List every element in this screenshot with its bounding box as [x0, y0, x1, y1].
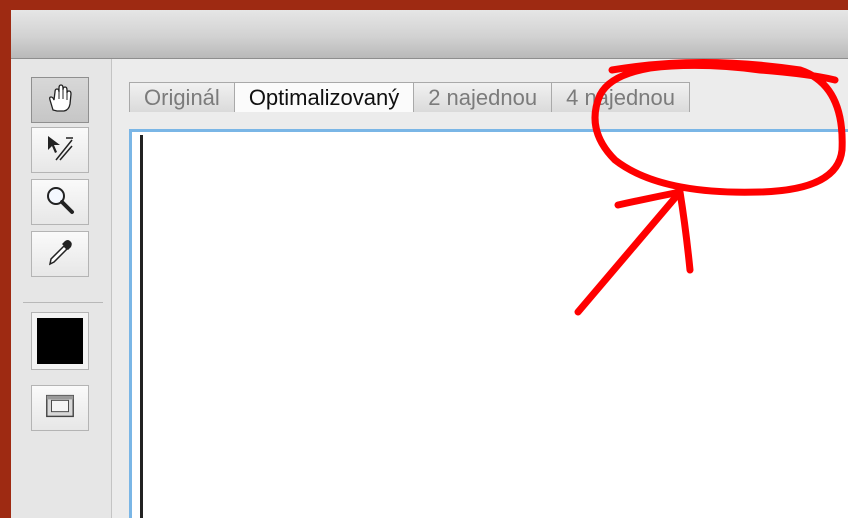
window-titlebar[interactable] — [11, 10, 848, 59]
hand-icon — [42, 80, 78, 121]
eyedropper-tool-button[interactable] — [31, 231, 89, 277]
screen-mode-icon — [43, 389, 77, 428]
canvas-edge — [140, 135, 143, 518]
hand-tool-button[interactable] — [31, 77, 89, 123]
slice-select-icon — [42, 130, 78, 171]
image-canvas[interactable] — [129, 129, 848, 518]
tab-label: Originál — [144, 85, 220, 110]
view-tabs: Originál Optimalizovaný 2 najednou 4 naj… — [129, 82, 690, 112]
tab-4-up[interactable]: 4 najednou — [551, 82, 690, 112]
color-swatch-button[interactable] — [31, 312, 89, 370]
slice-select-tool-button[interactable] — [31, 127, 89, 173]
app-window: Originál Optimalizovaný 2 najednou 4 naj… — [11, 10, 848, 518]
tab-label: 2 najednou — [428, 85, 538, 110]
tab-original[interactable]: Originál — [129, 82, 235, 112]
toolbox — [11, 59, 112, 518]
zoom-tool-button[interactable] — [31, 179, 89, 225]
preview-area: Originál Optimalizovaný 2 najednou 4 naj… — [112, 59, 848, 518]
tab-optimized[interactable]: Optimalizovaný — [233, 82, 415, 112]
tab-2-up[interactable]: 2 najednou — [413, 82, 553, 112]
zoom-icon — [42, 182, 78, 223]
eyedropper-icon — [42, 234, 78, 275]
color-swatch — [37, 318, 83, 364]
tab-label: Optimalizovaný — [248, 85, 400, 110]
tab-label: 4 najednou — [566, 85, 675, 110]
toolbox-separator — [23, 302, 103, 303]
screen-mode-button[interactable] — [31, 385, 89, 431]
